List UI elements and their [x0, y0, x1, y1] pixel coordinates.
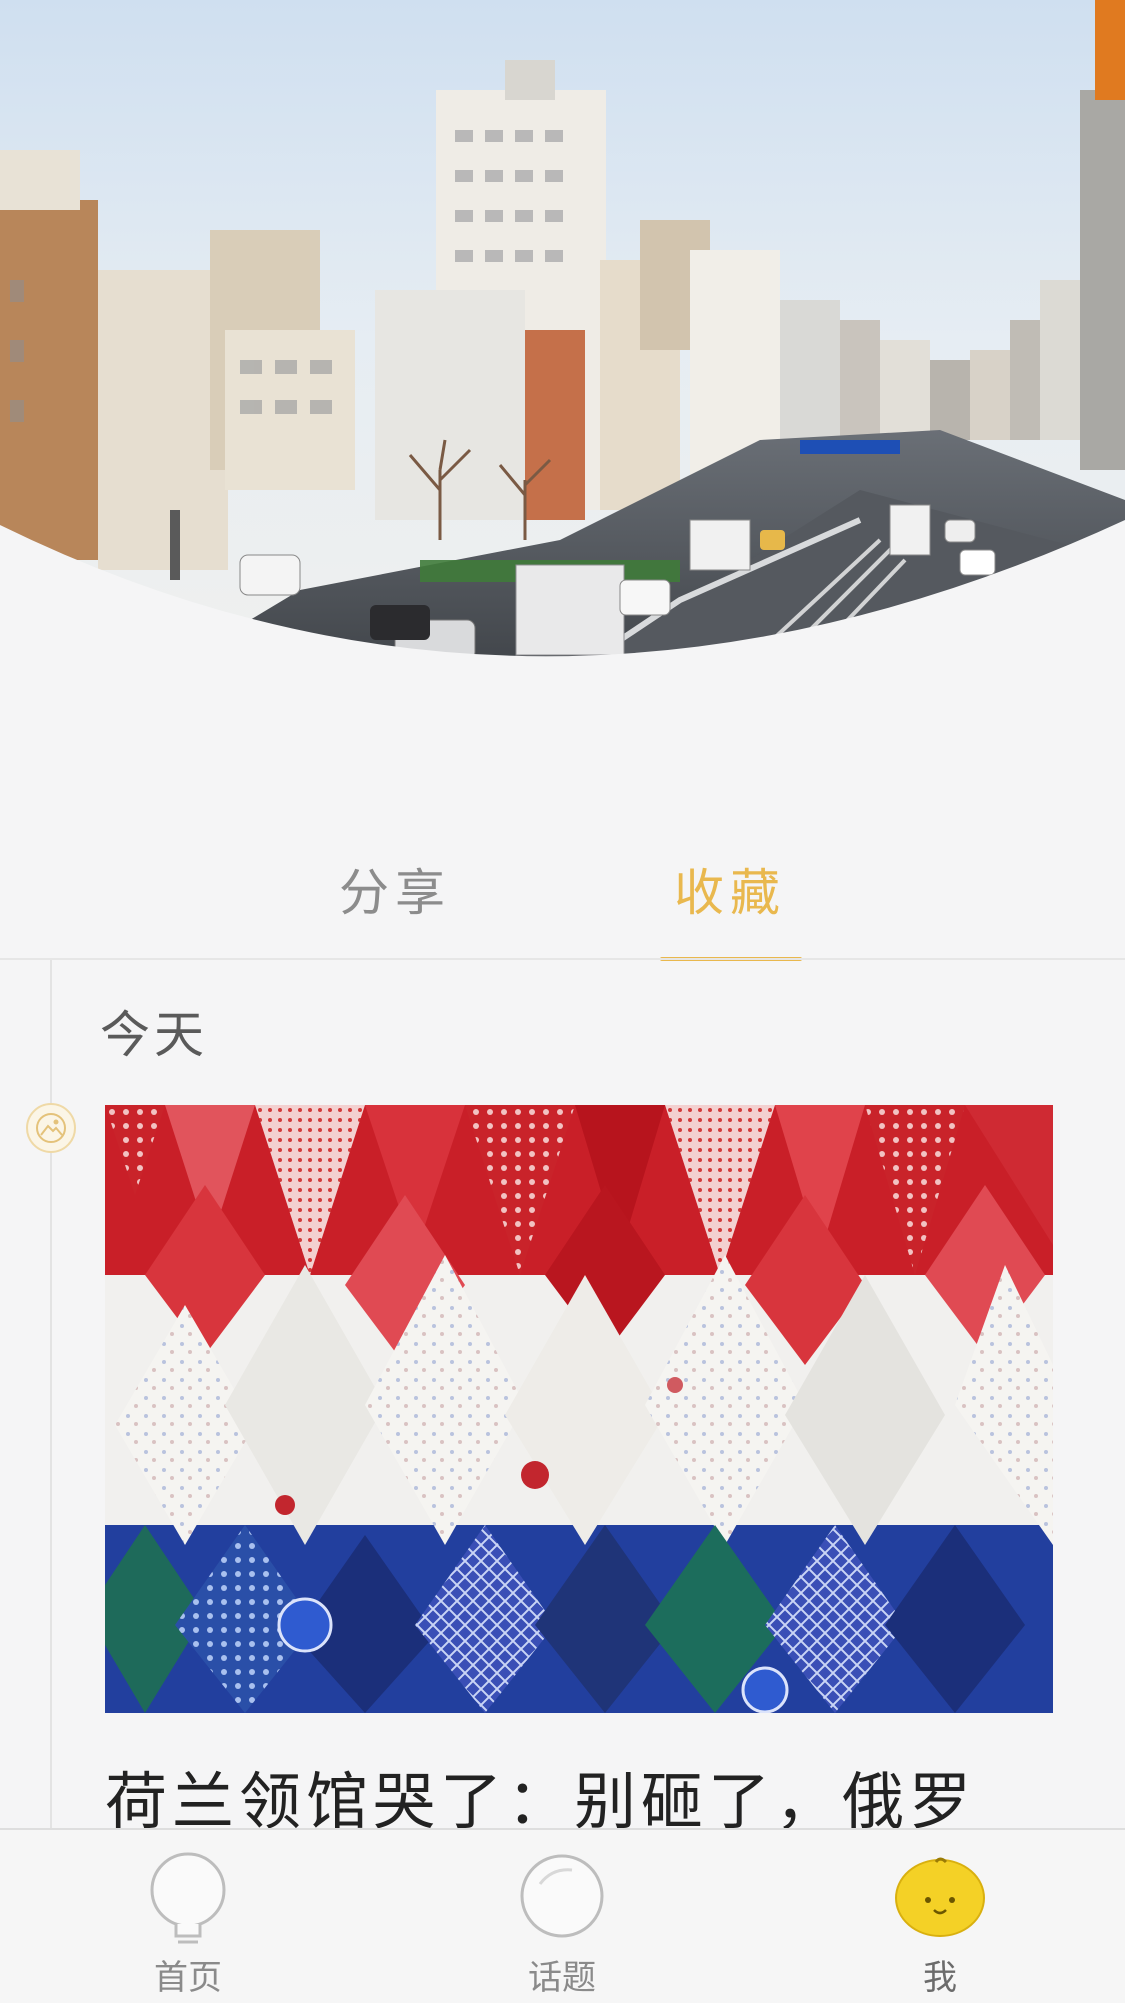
timeline-date-label: 今天 [100, 1006, 208, 1064]
nav-topics-label: 话题 [528, 1958, 596, 1998]
profile-cover-photo [0, 0, 1125, 680]
timeline-node [26, 1103, 76, 1153]
image-icon [36, 1113, 66, 1143]
post-image[interactable] [105, 1105, 1053, 1713]
nav-me[interactable]: 我 [870, 1830, 1010, 2003]
lightbulb-icon [150, 1852, 226, 1944]
tab-favorites[interactable]: 收藏 [665, 858, 795, 928]
bottom-nav: 首页 话题 我 [0, 1828, 1125, 2003]
patchwork-pattern-image [105, 1105, 1053, 1713]
timeline-line [50, 960, 52, 1830]
tab-share[interactable]: 分享 [330, 858, 460, 928]
lemon-face-icon [895, 1857, 985, 1937]
nav-home[interactable]: 首页 [118, 1830, 258, 2003]
divider [0, 958, 1125, 960]
city-street-illustration [0, 0, 1125, 680]
profile-tabs: 分享 收藏 [0, 840, 1125, 961]
nav-me-label: 我 [923, 1958, 957, 1998]
bubble-icon [520, 1854, 604, 1938]
nav-topics[interactable]: 话题 [492, 1830, 632, 2003]
nav-home-label: 首页 [154, 1958, 222, 1998]
